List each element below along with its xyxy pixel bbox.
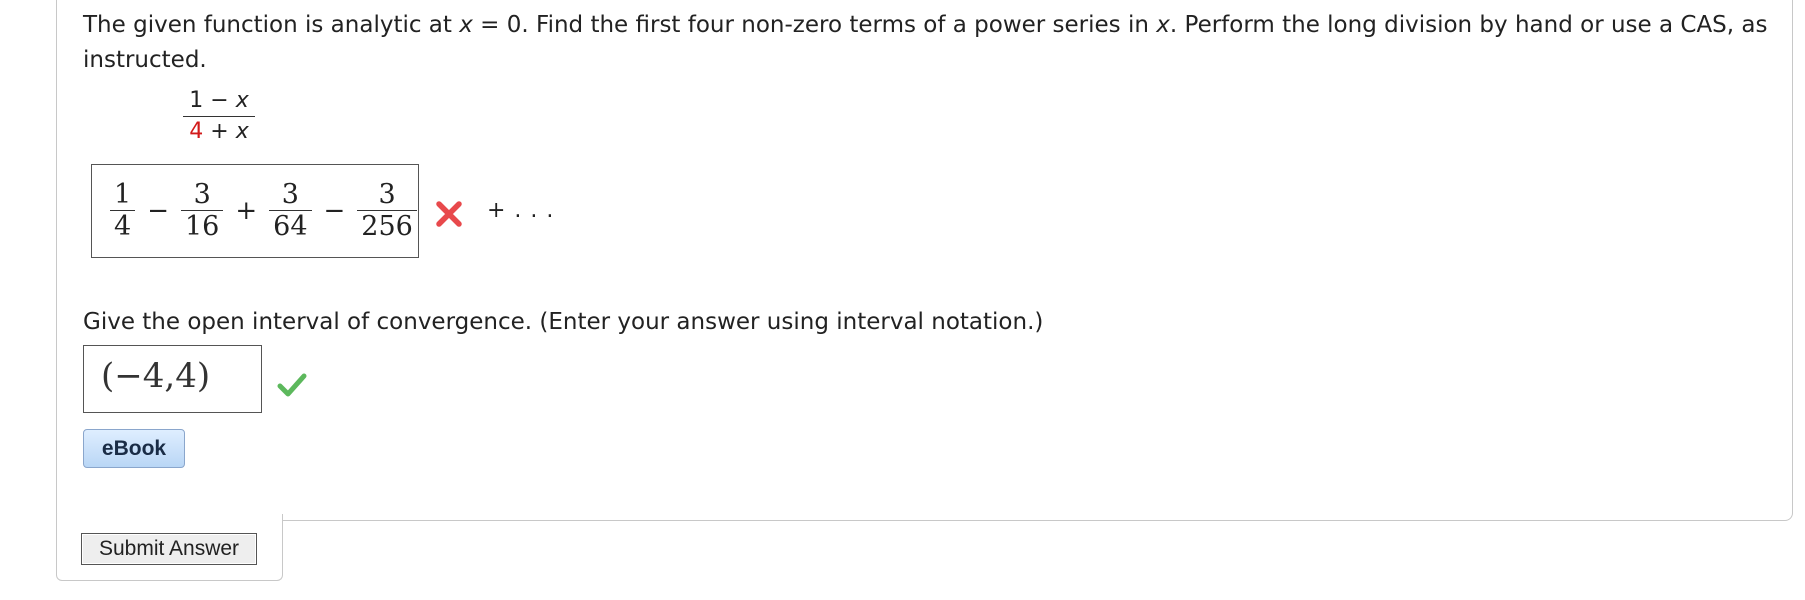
x-mark-icon: [436, 201, 462, 227]
function-expression: 1 − x 4 + x: [183, 88, 255, 145]
series-term-3: 3 64: [269, 179, 312, 243]
convergence-prompt: Give the open interval of convergence. (…: [83, 309, 1044, 335]
question-text: The given function is analytic at x = 0.…: [83, 12, 1768, 73]
question-panel: [56, 0, 1793, 521]
function-numerator: 1 − x: [189, 88, 249, 113]
series-continuation: + . . .: [487, 198, 555, 223]
series-operator: −: [323, 196, 346, 226]
interval-answer-field[interactable]: (−4,4): [83, 345, 262, 413]
ebook-button[interactable]: eBook: [83, 429, 185, 468]
series-answer-field[interactable]: 1 4 − 3 16 + 3 64 − 3 256: [91, 164, 419, 258]
series-term-2: 3 16: [180, 179, 224, 243]
fraction-bar: [183, 116, 255, 117]
series-operator: −: [147, 196, 169, 226]
series-operator: +: [235, 196, 258, 226]
series-term-1: 1 4: [110, 179, 136, 243]
check-mark-icon: [277, 373, 307, 397]
function-denominator: 4 + x: [189, 119, 249, 144]
series-term-4: 3 256: [357, 179, 417, 243]
submit-answer-button[interactable]: Submit Answer: [81, 533, 257, 565]
